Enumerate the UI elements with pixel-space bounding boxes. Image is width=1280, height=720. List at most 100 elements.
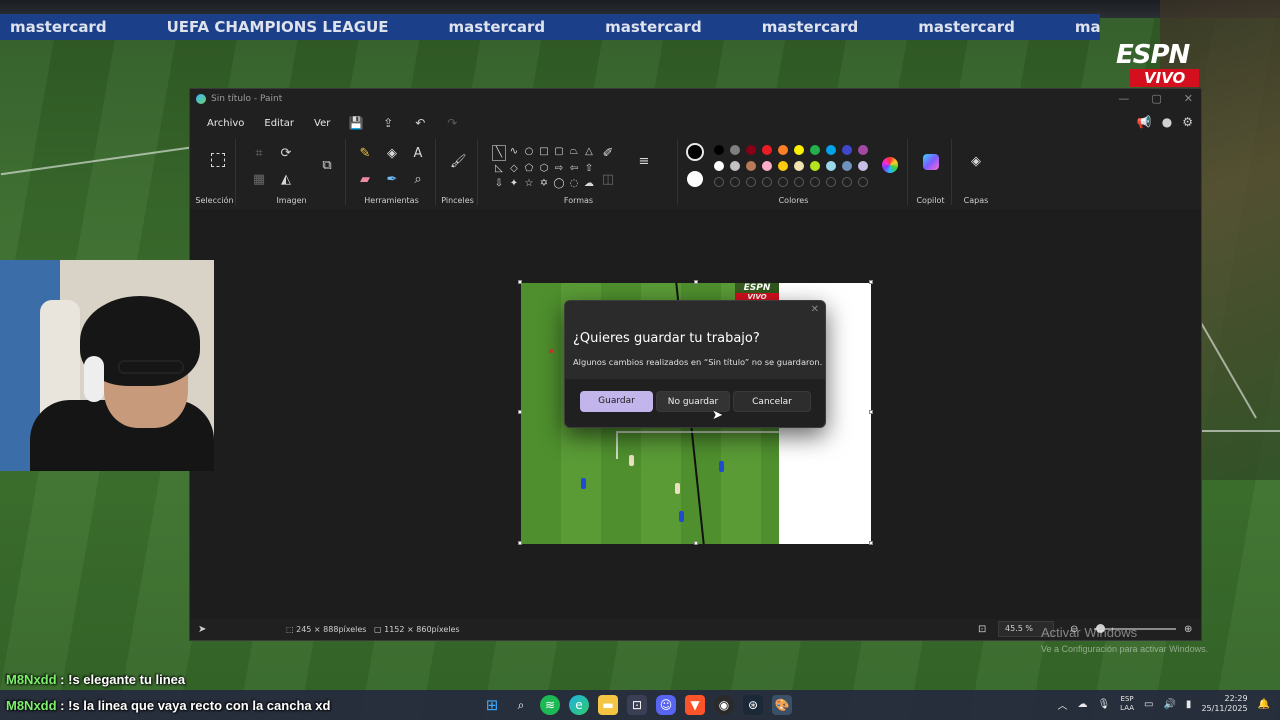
resize-handle[interactable] xyxy=(869,280,873,284)
resize-handle[interactable] xyxy=(518,280,522,284)
color-swatch[interactable] xyxy=(762,145,772,155)
brave-icon[interactable]: ▼ xyxy=(685,695,705,715)
color-swatch[interactable] xyxy=(746,145,756,155)
color-swatch[interactable] xyxy=(826,145,836,155)
maximize-button[interactable]: ▢ xyxy=(1151,92,1161,105)
hexagon-shape-icon[interactable]: ⬡ xyxy=(537,162,551,176)
oval-callout-shape-icon[interactable]: ◌ xyxy=(567,177,581,191)
custom-color-slot[interactable] xyxy=(810,177,820,187)
color-swatch[interactable] xyxy=(794,161,804,171)
save-button[interactable]: Guardar xyxy=(580,391,653,412)
flip-icon[interactable]: ◭ xyxy=(278,173,294,186)
network-icon[interactable]: ▭ xyxy=(1144,699,1153,710)
resize-handle[interactable] xyxy=(518,410,522,414)
custom-color-slot[interactable] xyxy=(794,177,804,187)
color-swatch[interactable] xyxy=(778,145,788,155)
color-swatch[interactable] xyxy=(826,161,836,171)
store-icon[interactable]: ⊡ xyxy=(627,695,647,715)
color-swatch[interactable] xyxy=(794,145,804,155)
cloud-shape-icon[interactable]: ☁ xyxy=(582,177,596,191)
file-explorer-icon[interactable]: ▬ xyxy=(598,695,618,715)
microphone-icon[interactable]: 🎙 xyxy=(1097,699,1110,710)
edit-colors-icon[interactable] xyxy=(882,157,898,173)
settings-icon[interactable]: ⚙ xyxy=(1182,115,1193,129)
redo-icon[interactable]: ↷ xyxy=(438,116,466,130)
right-arrow-shape-icon[interactable]: ⇨ xyxy=(552,162,566,176)
onedrive-icon[interactable]: ☁ xyxy=(1077,699,1087,710)
pencil-icon[interactable]: ✎ xyxy=(357,147,373,160)
notifications-icon[interactable]: 🔔 xyxy=(1258,699,1270,710)
language-indicator[interactable]: ESP LAA xyxy=(1120,695,1134,713)
shape-fill-icon[interactable]: ◫ xyxy=(600,173,616,186)
text-icon[interactable]: A xyxy=(410,147,426,160)
shape-size-icon[interactable]: ≡ xyxy=(636,155,652,168)
color-swatch[interactable] xyxy=(810,161,820,171)
color-swatch[interactable] xyxy=(730,161,740,171)
six-star-shape-icon[interactable]: ✡ xyxy=(537,177,551,191)
color-swatch[interactable] xyxy=(778,161,788,171)
magnifier-icon[interactable]: ⌕ xyxy=(410,173,426,186)
clock[interactable]: 22:29 25/11/2025 xyxy=(1201,694,1247,714)
five-star-shape-icon[interactable]: ☆ xyxy=(522,177,536,191)
diamond-shape-icon[interactable]: ◇ xyxy=(507,162,521,176)
spotify-icon[interactable]: ≋ xyxy=(540,695,560,715)
discord-icon[interactable]: ☺ xyxy=(656,695,676,715)
battery-icon[interactable]: ▮ xyxy=(1186,699,1192,710)
search-icon[interactable]: ⌕ xyxy=(511,695,531,715)
custom-color-slot[interactable] xyxy=(778,177,788,187)
resize-handle[interactable] xyxy=(869,541,873,545)
outline-icon[interactable]: ✐ xyxy=(600,147,616,160)
paint-taskbar-icon[interactable]: 🎨 xyxy=(772,695,792,715)
oval-shape-icon[interactable]: ○ xyxy=(522,145,536,161)
up-arrow-shape-icon[interactable]: ⇧ xyxy=(582,162,596,176)
volume-icon[interactable]: 🔊 xyxy=(1163,699,1175,710)
eraser-icon[interactable]: ▰ xyxy=(357,173,373,186)
announcement-icon[interactable]: 📢 xyxy=(1137,115,1152,129)
down-arrow-shape-icon[interactable]: ⇩ xyxy=(492,177,506,191)
custom-color-slot[interactable] xyxy=(858,177,868,187)
save-icon[interactable]: 💾 xyxy=(342,116,370,130)
rounded-rect-shape-icon[interactable]: ▢ xyxy=(552,145,566,161)
color-swatch[interactable] xyxy=(858,161,868,171)
image-effects-icon[interactable]: ⧉ xyxy=(319,159,335,172)
speech-bubble-shape-icon[interactable]: ◯ xyxy=(552,177,566,191)
rectangle-shape-icon[interactable]: □ xyxy=(537,145,551,161)
primary-color-swatch[interactable] xyxy=(686,143,704,161)
color-picker-icon[interactable]: ✒ xyxy=(384,173,400,186)
curve-shape-icon[interactable]: ∿ xyxy=(507,145,521,161)
custom-color-slot[interactable] xyxy=(826,177,836,187)
menu-edit[interactable]: Editar xyxy=(256,115,302,132)
color-swatch[interactable] xyxy=(858,145,868,155)
color-swatch[interactable] xyxy=(746,161,756,171)
pentagon-shape-icon[interactable]: ⬠ xyxy=(522,162,536,176)
color-swatch[interactable] xyxy=(730,145,740,155)
polygon-shape-icon[interactable]: ⏢ xyxy=(567,145,581,161)
fit-to-window-icon[interactable]: ⊡ xyxy=(978,624,986,635)
resize-icon[interactable]: ▦ xyxy=(251,173,267,186)
rectangle-select-icon[interactable] xyxy=(211,153,225,167)
resize-handle[interactable] xyxy=(694,280,698,284)
menu-view[interactable]: Ver xyxy=(306,115,338,132)
account-icon[interactable]: ● xyxy=(1162,115,1172,129)
resize-handle[interactable] xyxy=(518,541,522,545)
share-icon[interactable]: ⇪ xyxy=(374,116,402,130)
show-hidden-icons[interactable]: ︿ xyxy=(1057,697,1067,712)
color-swatch[interactable] xyxy=(842,145,852,155)
layers-icon[interactable]: ◈ xyxy=(968,155,984,168)
color-swatch[interactable] xyxy=(714,145,724,155)
dialog-close-icon[interactable]: ✕ xyxy=(811,304,819,315)
close-button[interactable]: ✕ xyxy=(1184,92,1193,105)
color-swatch[interactable] xyxy=(762,161,772,171)
custom-color-slot[interactable] xyxy=(730,177,740,187)
color-swatch[interactable] xyxy=(714,161,724,171)
custom-color-slot[interactable] xyxy=(762,177,772,187)
menu-file[interactable]: Archivo xyxy=(199,115,252,132)
color-swatch[interactable] xyxy=(810,145,820,155)
resize-handle[interactable] xyxy=(694,541,698,545)
secondary-color-swatch[interactable] xyxy=(687,171,703,187)
undo-icon[interactable]: ↶ xyxy=(406,116,434,130)
copilot-icon[interactable] xyxy=(923,154,939,170)
left-arrow-shape-icon[interactable]: ⇦ xyxy=(567,162,581,176)
line-shape-icon[interactable]: ╲ xyxy=(492,145,506,161)
obs-icon[interactable]: ◉ xyxy=(714,695,734,715)
